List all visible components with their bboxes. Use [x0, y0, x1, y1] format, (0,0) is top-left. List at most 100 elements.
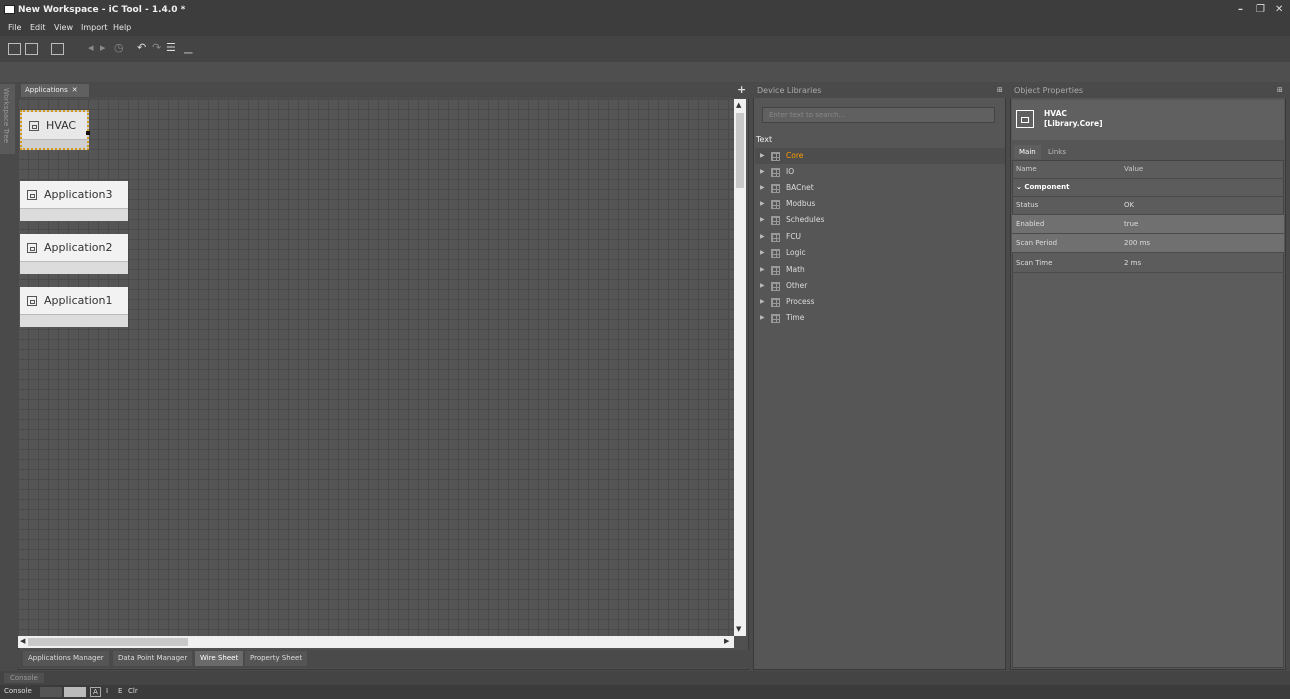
tab-wire-sheet[interactable]: Wire Sheet: [195, 651, 244, 666]
pin-icon[interactable]: ⊞: [1277, 86, 1283, 94]
console-a-button[interactable]: A: [90, 687, 101, 697]
tab-applications-manager[interactable]: Applications Manager: [23, 651, 109, 666]
property-name: Status: [1016, 201, 1039, 209]
library-item-bacnet[interactable]: ▶ BACnet: [755, 180, 1005, 196]
library-item-label: Math: [786, 265, 805, 274]
workspace-tree-toggle[interactable]: Workspace Tree: [0, 84, 15, 154]
vertical-scrollbar[interactable]: ▲ ▼: [734, 99, 746, 636]
library-item-io[interactable]: ▶ IO: [755, 164, 1005, 180]
library-item-other[interactable]: ▶ Other: [755, 278, 1005, 294]
scroll-down-icon[interactable]: ▼: [736, 625, 741, 633]
menu-edit[interactable]: Edit: [30, 23, 46, 32]
workspace-tree-label: Workspace Tree: [2, 88, 10, 144]
pin-icon[interactable]: ⊞: [997, 86, 1003, 94]
app-icon: [4, 5, 15, 14]
scroll-up-icon[interactable]: ▲: [736, 101, 741, 109]
console-e-button[interactable]: E: [118, 687, 122, 695]
redo-icon[interactable]: ↷: [152, 41, 161, 55]
expand-icon[interactable]: ▶: [760, 233, 765, 240]
menu-bar: File Edit View Import Help: [0, 20, 1290, 36]
menu-help[interactable]: Help: [113, 23, 131, 32]
library-item-fcu[interactable]: ▶ FCU: [755, 229, 1005, 245]
expand-icon[interactable]: ▶: [760, 314, 765, 321]
forward-icon[interactable]: ▸: [100, 41, 106, 55]
console-clear-button[interactable]: Clr: [128, 687, 138, 695]
node-application2[interactable]: Application2: [20, 234, 128, 274]
back-icon[interactable]: ◂: [88, 41, 94, 55]
expand-icon[interactable]: ▶: [760, 200, 765, 207]
save-icon[interactable]: [25, 43, 38, 55]
property-row-status[interactable]: Status OK: [1012, 196, 1284, 215]
expand-icon[interactable]: ▶: [760, 282, 765, 289]
library-grid-icon: [771, 152, 780, 161]
undo-icon[interactable]: ↶: [137, 41, 146, 55]
property-row-scan-period[interactable]: Scan Period 200 ms: [1012, 234, 1284, 253]
console-filter-light[interactable]: [64, 687, 86, 697]
menu-view[interactable]: View: [54, 23, 73, 32]
library-item-process[interactable]: ▶ Process: [755, 294, 1005, 310]
layout-icon[interactable]: [51, 43, 64, 55]
library-item-math[interactable]: ▶ Math: [755, 262, 1005, 278]
property-row-scan-time[interactable]: Scan Time 2 ms: [1012, 254, 1284, 273]
library-item-label: Time: [786, 313, 805, 322]
clear-icon[interactable]: ▁: [184, 41, 192, 55]
menu-file[interactable]: File: [8, 23, 21, 32]
tab-links[interactable]: Links: [1043, 145, 1071, 159]
library-grid-icon: [771, 216, 780, 225]
library-column-header: Text: [756, 135, 773, 144]
node-application1[interactable]: Application1: [20, 287, 128, 327]
library-item-core[interactable]: ▶ Core: [755, 148, 1005, 164]
wire-sheet-canvas[interactable]: HVAC Application3 Application2 Applicati…: [18, 99, 734, 636]
restore-icon[interactable]: ❐: [1256, 4, 1265, 15]
scroll-left-icon[interactable]: ◀: [20, 637, 25, 645]
minimize-icon[interactable]: –: [1238, 4, 1243, 15]
application-icon: [29, 121, 39, 131]
expand-icon[interactable]: ▶: [760, 168, 765, 175]
expand-icon[interactable]: ▶: [760, 298, 765, 305]
tab-main[interactable]: Main: [1014, 145, 1041, 159]
expand-icon[interactable]: ▶: [760, 216, 765, 223]
property-value[interactable]: 200 ms: [1124, 239, 1150, 247]
scroll-thumb[interactable]: [736, 113, 744, 188]
application-icon: [27, 296, 37, 306]
application-icon: [27, 190, 37, 200]
expand-icon[interactable]: ▶: [760, 152, 765, 159]
tab-property-sheet[interactable]: Property Sheet: [245, 651, 308, 666]
library-item-modbus[interactable]: ▶ Modbus: [755, 196, 1005, 212]
tab-data-point-manager[interactable]: Data Point Manager: [113, 651, 193, 666]
console-tab-bar: Console: [0, 671, 1290, 685]
close-tab-icon[interactable]: ✕: [72, 86, 78, 94]
new-file-icon[interactable]: [8, 43, 21, 55]
library-search-input[interactable]: Enter text to search...: [762, 107, 995, 123]
list-icon[interactable]: ☰: [166, 41, 176, 55]
expand-icon[interactable]: ▶: [760, 249, 765, 256]
node-application3[interactable]: Application3: [20, 181, 128, 221]
property-value[interactable]: true: [1124, 220, 1138, 228]
console-i-button[interactable]: I: [106, 687, 108, 695]
expand-icon[interactable]: ▶: [760, 266, 765, 273]
library-item-label: Core: [786, 151, 804, 160]
node-label: HVAC: [46, 119, 77, 132]
connection-port[interactable]: [86, 131, 90, 135]
node-hvac[interactable]: HVAC: [20, 110, 90, 150]
library-item-time[interactable]: ▶ Time: [755, 310, 1005, 326]
library-item-schedules[interactable]: ▶ Schedules: [755, 212, 1005, 228]
scroll-right-icon[interactable]: ▶: [724, 637, 729, 645]
console-filter-dark[interactable]: [40, 687, 62, 697]
scroll-thumb[interactable]: [28, 638, 188, 646]
menu-import[interactable]: Import: [81, 23, 108, 32]
library-grid-icon: [771, 184, 780, 193]
horizontal-scrollbar[interactable]: ◀ ▶: [18, 636, 734, 648]
library-grid-icon: [771, 233, 780, 242]
component-group-row[interactable]: ⌄ Component: [1012, 178, 1284, 197]
object-properties-header: Object Properties: [1010, 82, 1286, 98]
property-value: 2 ms: [1124, 259, 1142, 267]
history-icon[interactable]: ◷: [114, 41, 124, 55]
tab-console[interactable]: Console: [4, 673, 44, 683]
library-item-logic[interactable]: ▶ Logic: [755, 245, 1005, 261]
property-row-enabled[interactable]: Enabled true: [1012, 215, 1284, 234]
add-icon[interactable]: +: [737, 83, 746, 96]
tab-applications[interactable]: Applications ✕: [21, 84, 89, 97]
expand-icon[interactable]: ▶: [760, 184, 765, 191]
close-icon[interactable]: ✕: [1275, 4, 1283, 15]
